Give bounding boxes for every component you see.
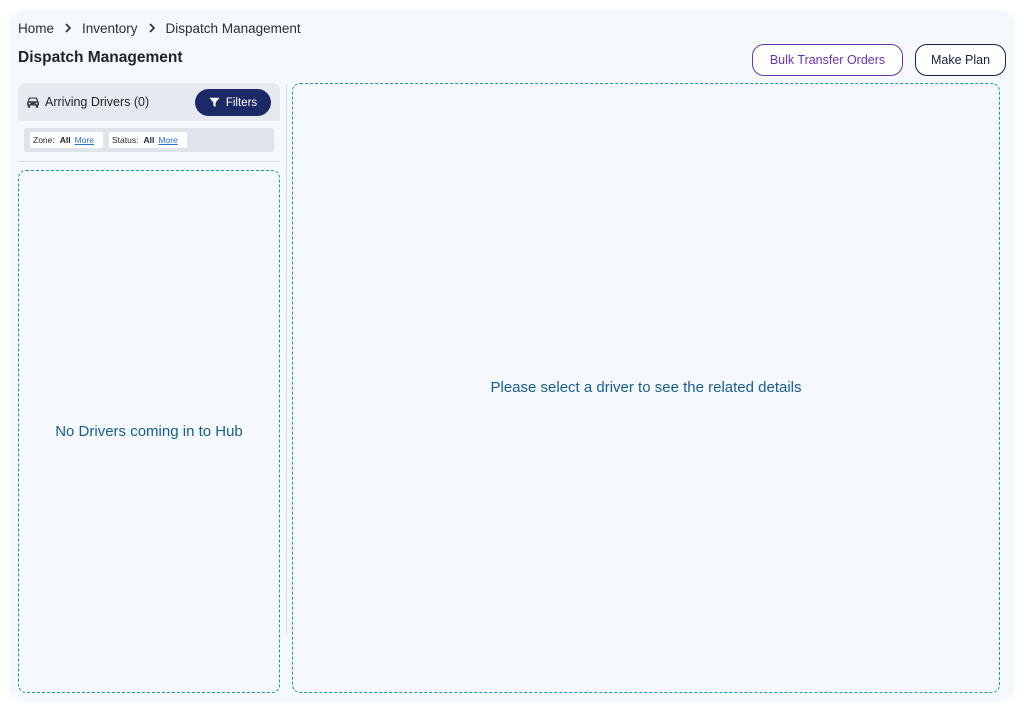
driver-details-panel: Please select a driver to see the relate…	[292, 83, 1000, 693]
status-more-link[interactable]: More	[158, 135, 177, 145]
zone-filter-value: All	[59, 135, 71, 145]
bulk-transfer-orders-button[interactable]: Bulk Transfer Orders	[752, 44, 903, 76]
panel-divider	[286, 84, 287, 634]
breadcrumb-dispatch-management: Dispatch Management	[165, 20, 301, 36]
zone-more-link[interactable]: More	[75, 135, 94, 145]
status-filter-chip: Status: All More	[109, 132, 187, 148]
status-filter-label: Status:	[112, 135, 139, 145]
chevron-right-icon	[138, 23, 166, 33]
make-plan-button[interactable]: Make Plan	[915, 44, 1006, 76]
filters-button[interactable]: Filters	[195, 89, 271, 116]
breadcrumb-inventory[interactable]: Inventory	[82, 21, 138, 36]
car-icon	[26, 95, 40, 109]
filter-icon	[209, 97, 220, 107]
breadcrumb-home[interactable]: Home	[18, 21, 54, 36]
status-filter-value: All	[143, 135, 155, 145]
arriving-drivers-title: Arriving Drivers (0)	[45, 95, 150, 109]
drivers-list-empty-state: No Drivers coming in to Hub	[18, 170, 280, 693]
zone-filter-chip: Zone: All More	[30, 132, 103, 148]
zone-filter-label: Zone:	[33, 135, 55, 145]
breadcrumb: Home Inventory Dispatch Management	[18, 19, 301, 37]
chevron-right-icon	[54, 23, 82, 33]
applied-filters-bar: Zone: All More Status: All More	[24, 128, 274, 152]
filters-button-label: Filters	[225, 96, 258, 109]
select-driver-message: Please select a driver to see the relate…	[490, 379, 802, 396]
page-title: Dispatch Management	[18, 49, 183, 66]
divider	[18, 161, 280, 162]
no-drivers-message: No Drivers coming in to Hub	[55, 423, 243, 440]
